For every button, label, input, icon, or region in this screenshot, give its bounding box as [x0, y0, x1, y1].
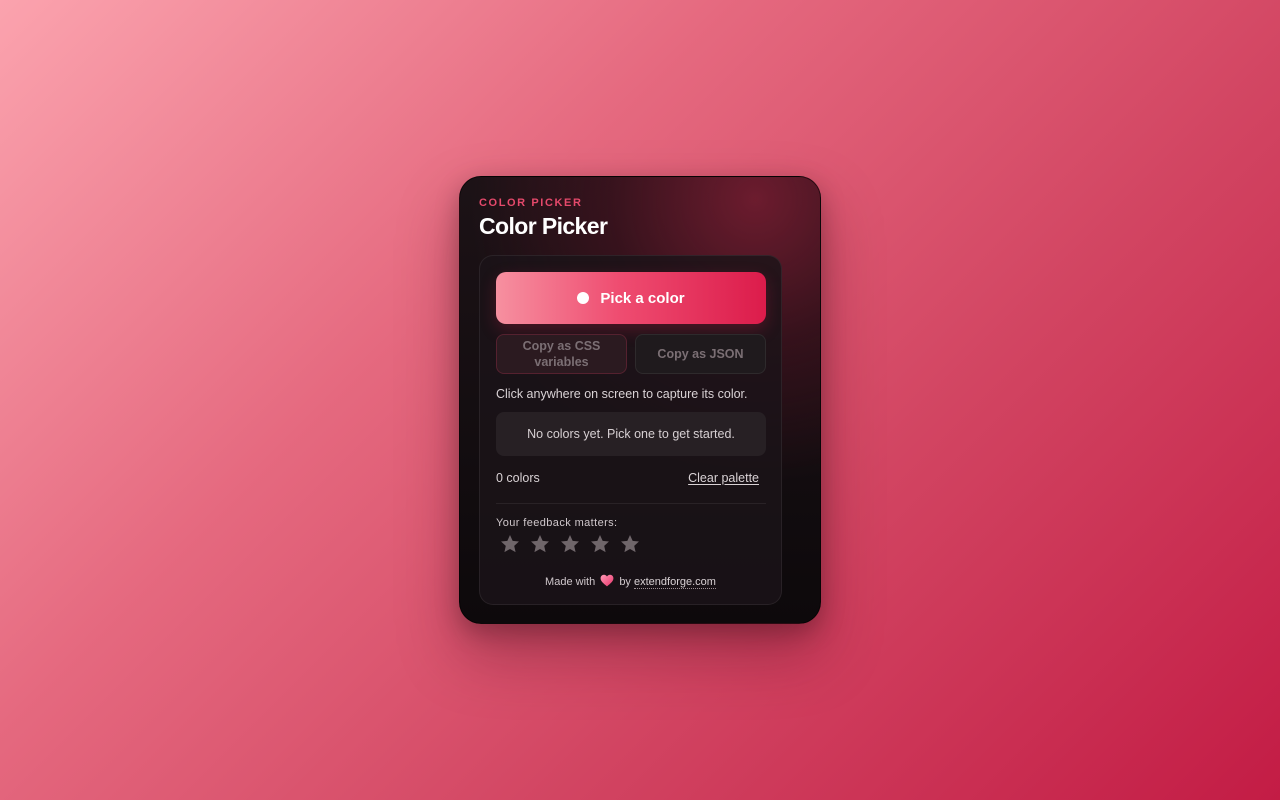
capture-hint: Click anywhere on screen to capture its … — [496, 387, 748, 401]
footer-made-with: Made with — [545, 576, 596, 588]
copy-css-label-line1: Copy as CSS — [522, 339, 601, 353]
clear-palette-link[interactable]: Clear palette — [688, 471, 759, 485]
color-count: 0 colors — [496, 471, 540, 485]
heart-icon — [600, 574, 614, 590]
feedback-label: Your feedback matters: — [496, 517, 618, 529]
footer: Made with by extendforge.com — [480, 574, 781, 590]
copy-css-variables-button[interactable]: Copy as CSS variables — [496, 334, 627, 374]
star-icon[interactable] — [529, 533, 551, 555]
palette-empty-state: No colors yet. Pick one to get started. — [496, 412, 766, 456]
copy-json-label: Copy as JSON — [657, 347, 744, 361]
star-icon[interactable] — [559, 533, 581, 555]
page-title: Color Picker — [479, 213, 608, 239]
color-picker-popup: COLOR PICKER Color Picker Pick a color C… — [459, 176, 821, 624]
copy-css-label-line2: variables — [534, 355, 589, 369]
copy-css-label: Copy as CSS variables — [523, 338, 601, 370]
star-icon[interactable] — [499, 533, 521, 555]
pick-color-button[interactable]: Pick a color — [496, 272, 766, 324]
footer-by: by — [619, 576, 631, 588]
star-icon[interactable] — [619, 533, 641, 555]
pick-color-label: Pick a color — [600, 289, 685, 307]
popup-eyebrow: COLOR PICKER — [479, 197, 583, 209]
circle-dot-icon — [577, 292, 590, 304]
extendforge-link[interactable]: extendforge.com — [634, 576, 716, 589]
empty-message: No colors yet. Pick one to get started. — [527, 427, 735, 441]
main-card: Pick a color Copy as CSS variables Copy … — [479, 255, 782, 605]
star-icon[interactable] — [589, 533, 611, 555]
star-rating — [499, 533, 649, 555]
copy-json-button[interactable]: Copy as JSON — [635, 334, 766, 374]
divider — [496, 503, 766, 504]
